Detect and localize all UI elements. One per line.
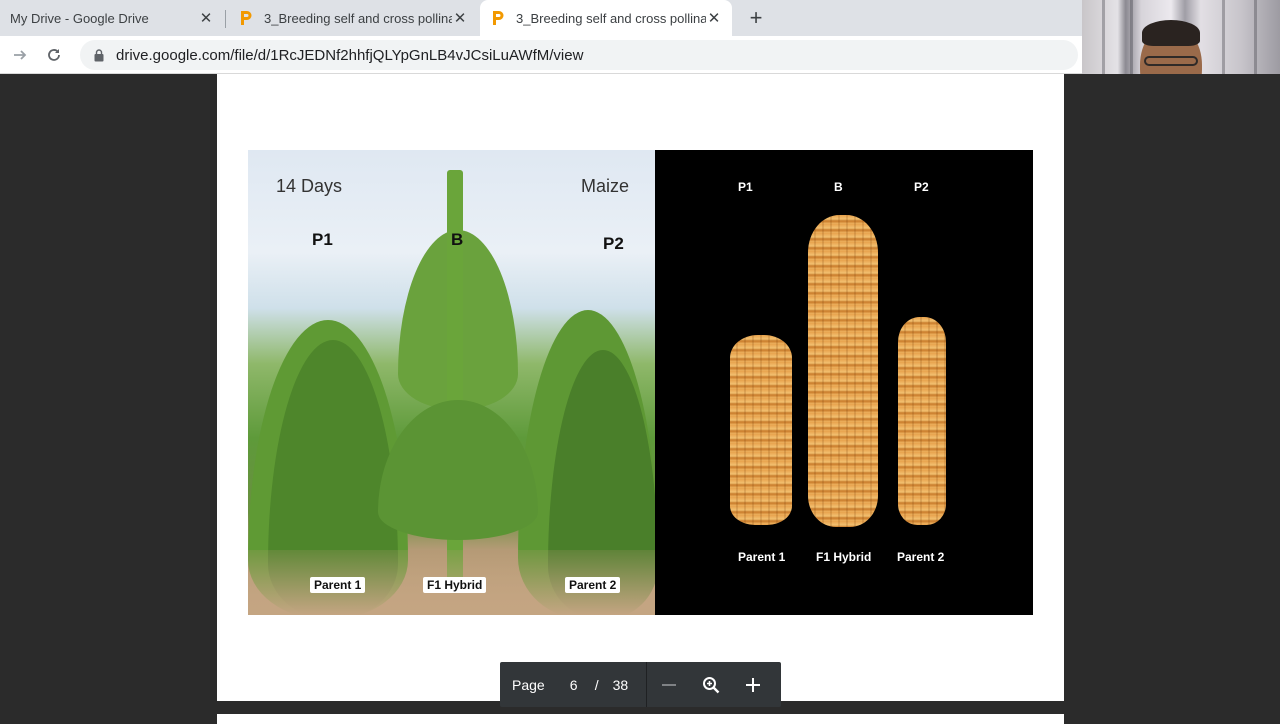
zoom-in-icon[interactable] [732,662,774,707]
close-icon[interactable]: ✕ [452,10,468,27]
url-text: drive.google.com/file/d/1RcJEDNf2hhfjQLY… [116,46,584,64]
hybrid-ear [808,215,878,527]
ears-parent2-label: Parent 2 [897,550,945,564]
ears-p1-label: P1 [738,180,753,194]
page-number-input[interactable]: 6 [567,677,581,693]
crop-label: Maize [581,176,630,196]
slides-favicon [490,10,506,26]
tab-breeding-2[interactable]: 3_Breeding self and cross pollina ✕ [480,0,732,36]
reload-icon[interactable] [42,43,66,67]
b-label: B [451,230,464,249]
address-bar[interactable]: drive.google.com/file/d/1RcJEDNf2hhfjQLY… [80,40,1078,70]
maize-ears-photo: P1 B P2 Parent 1 F1 Hybrid Parent 2 [655,150,1033,615]
ears-p2-label: P2 [914,180,929,194]
presenter-glasses [1144,56,1198,66]
ears-b-label: B [834,180,843,194]
hybrid-tag: F1 Hybrid [423,577,487,593]
page-controls: Page 6 / 38 [500,662,781,707]
days-label: 14 Days [276,176,343,196]
browser-toolbar: drive.google.com/file/d/1RcJEDNf2hhfjQLY… [0,36,1082,74]
close-icon[interactable]: ✕ [706,10,722,27]
tab-separator [225,10,226,28]
tab-title: 3_Breeding self and cross pollina [516,10,706,26]
page-total: 38 [612,676,629,693]
parent2-ear [898,317,946,525]
page-separator: / [594,676,599,693]
slides-favicon [238,10,254,26]
parent2-tag: Parent 2 [565,577,621,593]
ears-parent1-label: Parent 1 [738,550,786,564]
ears-hybrid-label: F1 Hybrid [816,550,872,564]
zoom-out-icon[interactable] [648,662,690,707]
hybrid-leaves [378,400,538,540]
forward-icon[interactable] [8,43,32,67]
tab-my-drive[interactable]: My Drive - Google Drive ✕ [0,0,224,36]
parent1-ear [730,335,792,525]
presenter-hair [1142,20,1200,46]
p2-label: P2 [603,234,624,253]
slide-image: 14 Days Maize P1 B P2 Parent 1 F1 Hybrid… [248,150,1033,615]
zoom-icon[interactable] [690,662,732,707]
tab-title: My Drive - Google Drive [10,10,149,26]
tab-title: 3_Breeding self and cross pollina [264,10,452,26]
lock-icon[interactable] [92,48,106,62]
close-icon[interactable]: ✕ [198,10,214,27]
p1-label: P1 [312,230,333,249]
pagebar-divider [646,662,648,707]
parent1-tag: Parent 1 [310,577,366,593]
page-label: Page [512,676,545,693]
tab-strip: My Drive - Google Drive ✕ 3_Breeding sel… [0,0,1082,36]
new-tab-icon[interactable]: + [744,5,768,30]
maize-field-photo: 14 Days Maize P1 B P2 Parent 1 F1 Hybrid… [248,150,658,615]
pdf-next-page [217,714,1064,724]
tab-breeding-1[interactable]: 3_Breeding self and cross pollina ✕ [228,0,478,36]
